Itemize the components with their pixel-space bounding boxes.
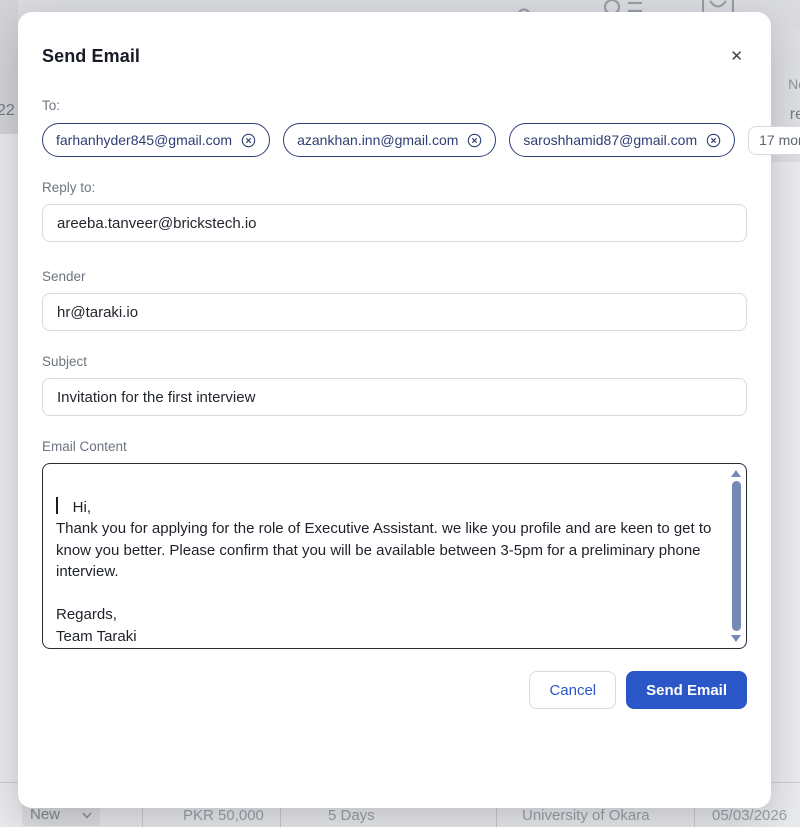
recipient-chip: saroshhamid87@gmail.com [509, 123, 735, 157]
cancel-button[interactable]: Cancel [529, 671, 616, 709]
background-number-fragment: 22 [0, 102, 15, 120]
university-cell: University of Okara [522, 807, 650, 824]
salary-cell: PKR 50,000 [183, 807, 264, 824]
more-recipients-badge[interactable]: 17 more [748, 126, 800, 155]
modal-header: Send Email ✕ [42, 46, 747, 68]
close-icon[interactable]: ✕ [726, 46, 747, 68]
scrollbar-down-arrow[interactable] [731, 635, 741, 642]
remove-recipient-icon[interactable] [467, 133, 482, 148]
subject-label: Subject [42, 354, 747, 369]
remove-recipient-icon[interactable] [241, 133, 256, 148]
to-label: To: [42, 98, 747, 113]
send-email-modal: Send Email ✕ To: farhanhyder845@gmail.co… [18, 12, 771, 808]
recipient-email: farhanhyder845@gmail.com [56, 132, 232, 148]
subject-input[interactable] [42, 378, 747, 416]
send-email-button[interactable]: Send Email [626, 671, 747, 709]
sender-label: Sender [42, 269, 747, 284]
recipient-chip: farhanhyder845@gmail.com [42, 123, 270, 157]
textarea-scrollbar [729, 467, 743, 645]
text-cursor [56, 497, 58, 514]
background-text-fragment-top: No [788, 76, 800, 92]
email-content-text: Hi, Thank you for applying for the role … [56, 499, 716, 645]
reply-to-input[interactable] [42, 204, 747, 242]
email-content-textarea[interactable]: Hi, Thank you for applying for the role … [42, 463, 747, 649]
recipient-chips-row: farhanhyder845@gmail.com azankhan.inn@gm… [42, 123, 747, 157]
date-cell: 05/03/2026 [712, 807, 787, 824]
recipient-email: azankhan.inn@gmail.com [297, 132, 458, 148]
sender-input[interactable] [42, 293, 747, 331]
status-dropdown-value: New [30, 806, 60, 823]
reply-to-label: Reply to: [42, 180, 747, 195]
scrollbar-thumb[interactable] [732, 481, 741, 631]
modal-title: Send Email [42, 46, 140, 67]
background-text-fragment-mid: re [790, 106, 800, 124]
remove-recipient-icon[interactable] [706, 133, 721, 148]
duration-cell: 5 Days [328, 807, 375, 824]
modal-actions: Cancel Send Email [42, 671, 747, 709]
chevron-down-icon [82, 806, 92, 823]
scrollbar-up-arrow[interactable] [731, 470, 741, 477]
email-content-label: Email Content [42, 439, 747, 454]
recipient-chip: azankhan.inn@gmail.com [283, 123, 496, 157]
recipient-email: saroshhamid87@gmail.com [523, 132, 697, 148]
